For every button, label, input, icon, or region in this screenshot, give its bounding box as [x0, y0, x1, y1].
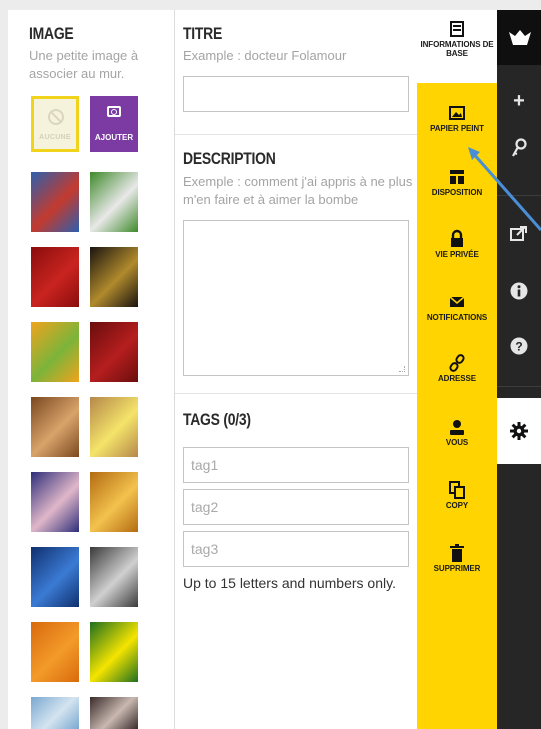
image-thumbnail-globe[interactable] — [31, 547, 79, 607]
rail-divider — [497, 386, 541, 387]
help-icon[interactable]: ? — [510, 337, 528, 355]
nav-copy[interactable]: COPY — [417, 479, 497, 510]
nav-supprimer[interactable]: SUPPRIMER — [417, 542, 497, 573]
image-thumbnail-numbers[interactable] — [90, 322, 138, 382]
nav-vous[interactable]: VOUS — [417, 416, 497, 447]
tag-input-1[interactable]: tag1 — [183, 447, 409, 483]
separator — [175, 393, 417, 394]
tag-input-2[interactable]: tag2 — [183, 489, 409, 525]
image-thumbnail-sticky-note[interactable] — [90, 397, 138, 457]
nav-label: ADRESSE — [438, 374, 476, 383]
tag-placeholder: tag2 — [191, 499, 219, 515]
description-hint: Exemple : comment j'ai appris à ne plus … — [183, 174, 413, 207]
image-thumbnail-megaphone[interactable] — [31, 622, 79, 682]
image-thumbnail-birthday-cake[interactable] — [31, 472, 79, 532]
nav-label: DISPOSITION — [431, 188, 483, 197]
image-thumbnail-notebook[interactable] — [31, 397, 79, 457]
plus-icon[interactable]: + — [497, 90, 541, 113]
tag-input-3[interactable]: tag3 — [183, 531, 409, 567]
image-thumbnail-crowd[interactable] — [90, 472, 138, 532]
lock-icon — [451, 229, 463, 247]
title-input[interactable] — [183, 76, 409, 112]
image-thumbnail-soccer[interactable] — [90, 172, 138, 232]
image-thumbnail-smiley[interactable] — [90, 622, 138, 682]
image-none-label: AUCUNE — [39, 134, 71, 141]
ban-icon — [48, 109, 64, 125]
nav-label: SUPPRIMER — [433, 564, 481, 573]
description-heading: DESCRIPTION — [183, 149, 276, 168]
title-heading: TITRE — [183, 24, 223, 43]
envelope-icon — [449, 296, 465, 307]
link-icon — [449, 354, 465, 372]
camera-icon — [107, 106, 121, 117]
nav-label: VIE PRIVÉE — [435, 250, 479, 259]
image-thumbnail-champagne[interactable] — [90, 247, 138, 307]
nav-label: NOTIFICATIONS — [426, 313, 488, 322]
nav-label: PAPIER PEINT — [430, 124, 484, 133]
description-textarea[interactable] — [183, 220, 409, 376]
app-rail: + ? — [497, 10, 541, 729]
gear-icon[interactable] — [510, 422, 528, 440]
image-thumbnail-wedding[interactable] — [90, 697, 138, 729]
tag-placeholder: tag3 — [191, 541, 219, 557]
nav-adresse[interactable]: ADRESSE — [417, 352, 497, 383]
image-none-option[interactable]: AUCUNE — [31, 96, 79, 152]
trash-icon — [450, 544, 464, 562]
nav-informations[interactable]: INFORMATIONS DE BASE — [417, 18, 497, 58]
tags-heading: TAGS (0/3) — [183, 410, 251, 429]
image-add-label: AJOUTER — [94, 133, 134, 142]
image-thumbnail-balance[interactable] — [31, 697, 79, 729]
image-thumbnail-ball[interactable] — [90, 547, 138, 607]
svg-text:?: ? — [515, 340, 522, 354]
nav-label: VOUS — [445, 438, 469, 447]
image-heading: IMAGE — [29, 24, 74, 43]
logo-icon[interactable] — [509, 30, 531, 46]
image-add-button[interactable]: AJOUTER — [90, 96, 138, 152]
image-thumbnail-rose[interactable] — [31, 247, 79, 307]
nav-label: COPY — [445, 501, 469, 510]
picture-icon — [449, 106, 465, 120]
share-icon[interactable] — [510, 225, 528, 241]
settings-nav: INFORMATIONS DE BASE PAPIER PEINT DISPOS… — [417, 10, 497, 729]
resize-handle[interactable] — [399, 366, 405, 372]
column-divider — [174, 10, 175, 729]
nav-vie-privee[interactable]: VIE PRIVÉE — [417, 228, 497, 259]
image-hint: Une petite image à associer au mur. — [29, 48, 139, 81]
rail-divider — [497, 195, 541, 196]
document-icon — [450, 21, 464, 37]
tags-help-text: Up to 15 letters and numbers only. — [183, 575, 396, 591]
nav-papier-peint[interactable]: PAPIER PEINT — [417, 102, 497, 133]
title-hint: Example : docteur Folamour — [183, 48, 347, 63]
nav-disposition[interactable]: DISPOSITION — [417, 166, 497, 197]
separator — [175, 134, 417, 135]
nav-label: INFORMATIONS DE BASE — [420, 40, 494, 58]
copy-icon — [449, 481, 465, 499]
tag-placeholder: tag1 — [191, 457, 219, 473]
image-thumbnail-flags[interactable] — [31, 172, 79, 232]
layout-icon — [450, 170, 464, 184]
nav-notifications[interactable]: NOTIFICATIONS — [417, 291, 497, 322]
user-icon — [450, 420, 464, 435]
info-icon[interactable] — [510, 282, 528, 300]
image-thumbnail-origami[interactable] — [31, 322, 79, 382]
key-icon[interactable] — [511, 138, 527, 158]
